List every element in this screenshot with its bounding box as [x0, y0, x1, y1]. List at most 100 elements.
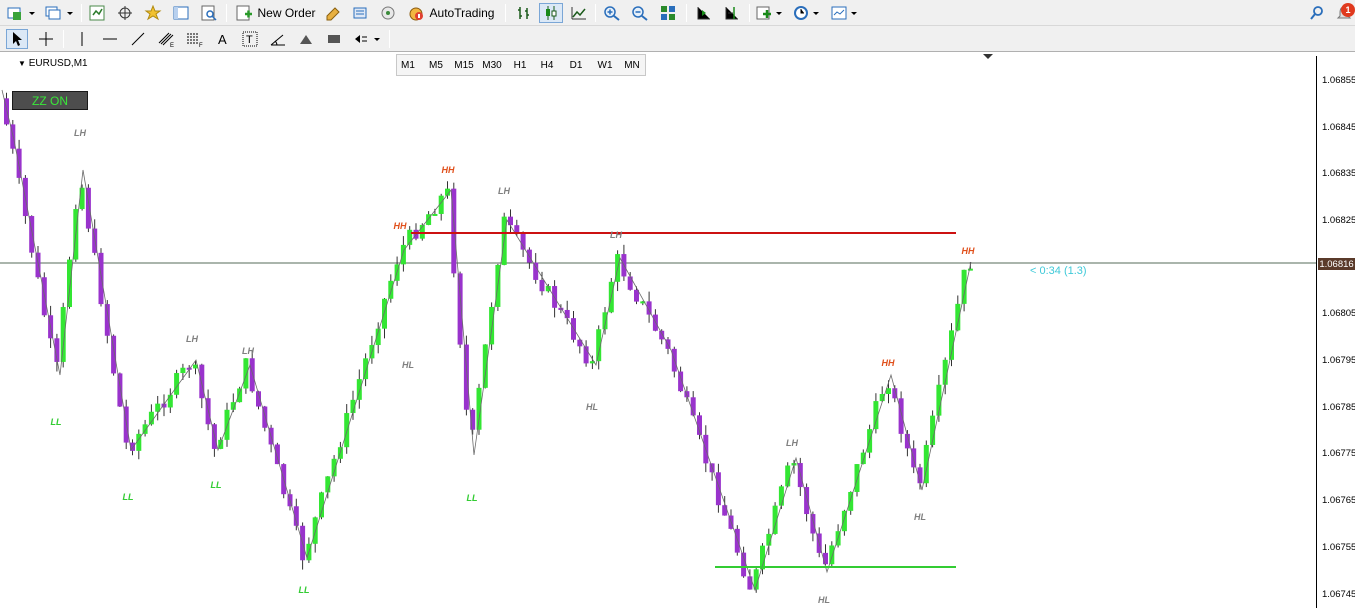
cursor-button[interactable] — [6, 29, 28, 49]
bull-candle — [363, 358, 369, 380]
templates-button[interactable] — [829, 3, 861, 23]
collapse-triangle-icon[interactable]: ▼ — [18, 59, 26, 68]
text-label-button[interactable]: T — [240, 29, 260, 49]
chart-shift-button[interactable] — [721, 3, 743, 23]
price-tick: 1.06765 — [1322, 495, 1355, 506]
bull-candle — [243, 358, 249, 389]
periods-button[interactable] — [791, 3, 823, 23]
bear-candle — [539, 279, 545, 292]
market-watch-button[interactable] — [87, 3, 107, 23]
line-chart-button[interactable] — [568, 3, 590, 23]
price-chart[interactable]: LH LL LL LH LL LH LL HH HL HH LL LH LH HL LH HL HH HL HH — [0, 53, 1316, 608]
text-button[interactable]: A — [213, 29, 233, 49]
vertical-line-icon — [81, 32, 83, 46]
swing-label-lh: LH — [498, 186, 510, 196]
zoom-out-icon — [632, 6, 648, 21]
chart-window[interactable]: LH LL LL LH LL LH LL HH HL HH LL LH LH HL LH HL HH HL HH — [0, 53, 1355, 608]
swing-label-hh: HH — [442, 165, 455, 175]
chart-shift-marker-icon[interactable] — [983, 54, 993, 59]
search-button[interactable] — [1307, 3, 1327, 23]
bull-candle — [67, 259, 72, 308]
candlestick-chart-button[interactable] — [539, 3, 563, 23]
swing-label-hl: HL — [586, 402, 598, 412]
terminal-button[interactable] — [171, 3, 191, 23]
price-tick: 1.06745 — [1322, 589, 1355, 600]
arrows-button[interactable] — [352, 29, 382, 49]
rectangle-icon — [328, 35, 340, 43]
navigator-button[interactable] — [143, 3, 163, 23]
zoom-out-button[interactable] — [629, 3, 651, 23]
swing-label-hl: HL — [402, 360, 414, 370]
bear-candle — [810, 514, 816, 534]
bear-candle — [722, 505, 728, 516]
bear-candle — [659, 330, 665, 340]
svg-text:A: A — [218, 32, 227, 47]
main-toolbar: New Order AutoTrading 1 — [0, 0, 1355, 26]
market-watch-icon — [89, 5, 105, 21]
metaeditor-button[interactable] — [323, 3, 343, 23]
swing-label-ll: LL — [123, 492, 134, 502]
angle-button[interactable] — [268, 29, 288, 49]
price-tick: 1.06845 — [1322, 122, 1355, 133]
bear-candle — [457, 273, 463, 345]
magnifier-doc-icon — [201, 5, 217, 21]
svg-text:F: F — [199, 43, 203, 47]
bear-candle — [747, 576, 753, 590]
bar-chart-button[interactable] — [513, 3, 535, 23]
trendline-icon — [131, 32, 145, 46]
triangle-button[interactable] — [296, 29, 316, 49]
swing-label-lh: LH — [186, 334, 198, 344]
horizontal-line-button[interactable] — [100, 29, 120, 49]
bear-candle — [627, 276, 633, 290]
bull-candle — [382, 298, 387, 329]
profiles-button[interactable] — [42, 3, 76, 23]
swing-label-ll: LL — [299, 585, 310, 595]
bull-candle — [602, 312, 608, 330]
strategy-tester-button[interactable] — [199, 3, 219, 23]
zigzag-line — [1, 89, 972, 592]
swing-label-lh: LH — [242, 346, 254, 356]
bull-candle — [482, 344, 488, 388]
chart-symbol-title: EURUSD,M1 — [28, 58, 88, 69]
tile-windows-button[interactable] — [657, 3, 679, 23]
bear-candle — [898, 398, 904, 434]
cursor-arrow-icon — [13, 32, 22, 46]
price-tick: 1.06805 — [1322, 308, 1355, 319]
bear-candle — [98, 252, 104, 305]
new-order-button[interactable]: New Order — [234, 3, 318, 23]
equidistant-channel-button[interactable]: E — [156, 29, 178, 49]
svg-text:E: E — [170, 43, 174, 47]
editor-icon — [326, 7, 340, 21]
fibonacci-button[interactable]: F — [184, 29, 206, 49]
price-tick: 1.06855 — [1322, 75, 1355, 86]
bull-candle — [224, 409, 230, 440]
horizontal-line-icon — [103, 38, 117, 40]
star-folder-icon — [144, 5, 162, 21]
current-price-tag: 1.06816 — [1318, 258, 1355, 270]
text-icon: A — [218, 32, 227, 47]
data-window-button[interactable] — [115, 3, 135, 23]
bear-candle — [111, 335, 117, 374]
bear-candle — [508, 216, 513, 226]
bear-candle — [117, 373, 123, 407]
bull-candle — [60, 307, 66, 362]
price-tick: 1.06795 — [1322, 355, 1355, 366]
chart-shift-icon — [725, 7, 738, 20]
signals-button[interactable] — [378, 3, 398, 23]
vertical-line-button[interactable] — [72, 29, 92, 49]
zz-toggle-button[interactable]: ZZ ON — [12, 91, 88, 110]
autotrading-button[interactable]: AutoTrading — [405, 3, 497, 23]
bank-icon — [353, 7, 367, 19]
price-scale[interactable] — [1316, 56, 1355, 608]
new-chart-button[interactable] — [4, 3, 38, 23]
crosshair-button[interactable] — [35, 29, 57, 49]
indicators-button[interactable] — [755, 3, 785, 23]
rectangle-button[interactable] — [324, 29, 344, 49]
swing-label-lh: LH — [610, 230, 622, 240]
zoom-in-button[interactable] — [601, 3, 623, 23]
trendline-button[interactable] — [128, 29, 148, 49]
bear-candle — [734, 528, 740, 553]
chart-autoscroll-button[interactable] — [693, 3, 715, 23]
bear-candle — [741, 552, 747, 577]
market-button[interactable] — [350, 3, 370, 23]
